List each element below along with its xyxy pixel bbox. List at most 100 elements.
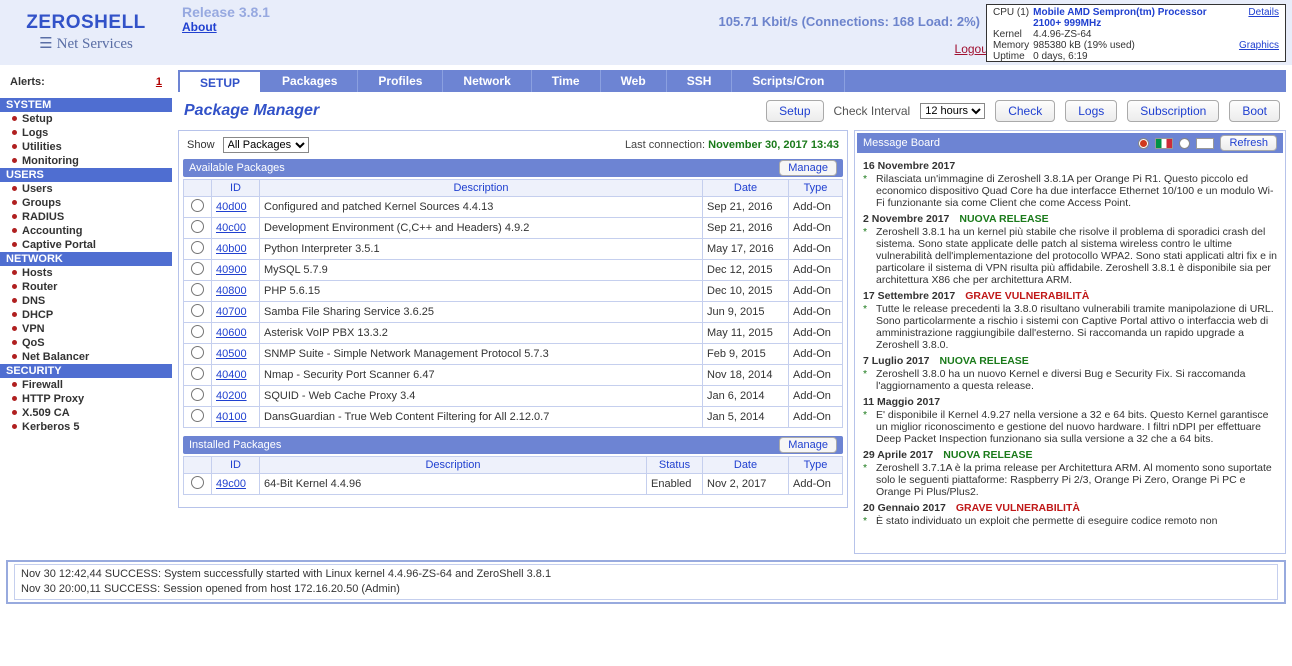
sidebar-item[interactable]: Accounting [0, 224, 172, 238]
sidebar-item[interactable]: Hosts [0, 266, 172, 280]
message-date: 7 Luglio 2017NUOVA RELEASE [863, 355, 1277, 367]
available-manage-button[interactable]: Manage [779, 160, 837, 176]
package-id-link[interactable]: 40500 [216, 348, 247, 360]
row-radio[interactable] [191, 199, 204, 212]
tab-ssh[interactable]: SSH [667, 70, 733, 92]
package-id-link[interactable]: 40700 [216, 306, 247, 318]
installed-manage-button[interactable]: Manage [779, 437, 837, 453]
row-radio[interactable] [191, 476, 204, 489]
package-id-link[interactable]: 40100 [216, 411, 247, 423]
package-id-link[interactable]: 49c00 [216, 478, 246, 490]
message-item: Zeroshell 3.7.1A è la prima release per … [863, 462, 1277, 498]
sidebar-group: USERS [0, 168, 172, 182]
log-line: Nov 30 20:00,11 SUCCESS: Session opened … [21, 582, 1271, 597]
show-select[interactable]: All Packages [223, 137, 309, 153]
sidebar-group: SYSTEM [0, 98, 172, 112]
sidebar-item[interactable]: QoS [0, 336, 172, 350]
lang-en-radio[interactable] [1179, 138, 1190, 149]
sidebar-item[interactable]: Kerberos 5 [0, 420, 172, 434]
uptime-label: Uptime [991, 51, 1031, 62]
table-row: 40700Samba File Sharing Service 3.6.25Ju… [184, 302, 843, 323]
header: ZEROSHELL ☰Net Services Release 3.8.1 Ab… [0, 0, 1292, 66]
sidebar-item[interactable]: Setup [0, 112, 172, 126]
package-date: Feb 9, 2015 [703, 344, 789, 365]
sidebar-item[interactable]: Users [0, 182, 172, 196]
sidebar-item[interactable]: Groups [0, 196, 172, 210]
table-row: 40800PHP 5.6.15Dec 10, 2015Add-On [184, 281, 843, 302]
sidebar-item[interactable]: Firewall [0, 378, 172, 392]
sidebar-item[interactable]: Utilities [0, 140, 172, 154]
subscription-button[interactable]: Subscription [1127, 100, 1219, 122]
package-id-link[interactable]: 40d00 [216, 201, 247, 213]
package-date: Nov 18, 2014 [703, 365, 789, 386]
col-desc: Description [260, 180, 703, 197]
logo-main: ZEROSHELL [26, 12, 146, 34]
col-type: Type [789, 457, 843, 474]
sidebar-item[interactable]: Logs [0, 126, 172, 140]
sidebar-item[interactable]: DNS [0, 294, 172, 308]
logo: ZEROSHELL ☰Net Services [0, 0, 172, 65]
logs-button[interactable]: Logs [1065, 100, 1117, 122]
tab-profiles[interactable]: Profiles [358, 70, 443, 92]
row-radio[interactable] [191, 346, 204, 359]
row-radio[interactable] [191, 283, 204, 296]
sidebar-item[interactable]: HTTP Proxy [0, 392, 172, 406]
message-item: Rilasciata un'immagine di Zeroshell 3.8.… [863, 173, 1277, 209]
logo-sub: ☰Net Services [39, 34, 133, 53]
boot-button[interactable]: Boot [1229, 100, 1280, 122]
sidebar-item[interactable]: Router [0, 280, 172, 294]
package-type: Add-On [789, 344, 843, 365]
check-button[interactable]: Check [995, 100, 1055, 122]
package-id-link[interactable]: 40800 [216, 285, 247, 297]
graphics-link[interactable]: Graphics [1239, 40, 1279, 51]
row-radio[interactable] [191, 367, 204, 380]
sidebar-item[interactable]: X.509 CA [0, 406, 172, 420]
package-type: Add-On [789, 239, 843, 260]
sidebar-item[interactable]: Captive Portal [0, 238, 172, 252]
table-row: 40400Nmap - Security Port Scanner 6.47No… [184, 365, 843, 386]
package-date: Nov 2, 2017 [703, 474, 789, 495]
message-date: 11 Maggio 2017 [863, 396, 1277, 408]
row-radio[interactable] [191, 220, 204, 233]
sidebar-item[interactable]: Net Balancer [0, 350, 172, 364]
package-desc: 64-Bit Kernel 4.4.96 [260, 474, 647, 495]
refresh-button[interactable]: Refresh [1220, 135, 1277, 151]
tab-network[interactable]: Network [443, 70, 531, 92]
check-interval-select[interactable]: 12 hours [920, 103, 985, 119]
net-icon: ☰ [39, 34, 52, 53]
stats-text: 105.71 Kbit/s (Connections: 168 Load: 2%… [718, 14, 980, 29]
row-radio[interactable] [191, 325, 204, 338]
sidebar-item[interactable]: Monitoring [0, 154, 172, 168]
setup-button[interactable]: Setup [766, 100, 823, 122]
lang-it-radio[interactable] [1138, 138, 1149, 149]
row-radio[interactable] [191, 388, 204, 401]
about-link[interactable]: About [182, 20, 217, 34]
message-item: Tutte le release precedenti la 3.8.0 ris… [863, 303, 1277, 351]
package-id-link[interactable]: 40600 [216, 327, 247, 339]
tab-scripts-cron[interactable]: Scripts/Cron [732, 70, 845, 92]
sidebar-item[interactable]: RADIUS [0, 210, 172, 224]
row-radio[interactable] [191, 409, 204, 422]
message-date: 16 Novembre 2017 [863, 160, 1277, 172]
tab-web[interactable]: Web [601, 70, 667, 92]
package-desc: MySQL 5.7.9 [260, 260, 703, 281]
sidebar-item[interactable]: VPN [0, 322, 172, 336]
package-type: Add-On [789, 323, 843, 344]
message-date: 29 Aprile 2017NUOVA RELEASE [863, 449, 1277, 461]
package-id-link[interactable]: 40400 [216, 369, 247, 381]
message-board-body[interactable]: 16 Novembre 2017Rilasciata un'immagine d… [857, 153, 1283, 551]
alerts-count[interactable]: 1 [156, 76, 162, 88]
package-date: May 11, 2015 [703, 323, 789, 344]
tab-time[interactable]: Time [532, 70, 601, 92]
package-id-link[interactable]: 40b00 [216, 243, 247, 255]
row-radio[interactable] [191, 241, 204, 254]
package-id-link[interactable]: 40c00 [216, 222, 246, 234]
tab-setup[interactable]: SETUP [178, 70, 262, 92]
package-id-link[interactable]: 40200 [216, 390, 247, 402]
package-id-link[interactable]: 40900 [216, 264, 247, 276]
row-radio[interactable] [191, 304, 204, 317]
row-radio[interactable] [191, 262, 204, 275]
sidebar-item[interactable]: DHCP [0, 308, 172, 322]
details-link[interactable]: Details [1248, 7, 1279, 18]
tab-packages[interactable]: Packages [262, 70, 358, 92]
